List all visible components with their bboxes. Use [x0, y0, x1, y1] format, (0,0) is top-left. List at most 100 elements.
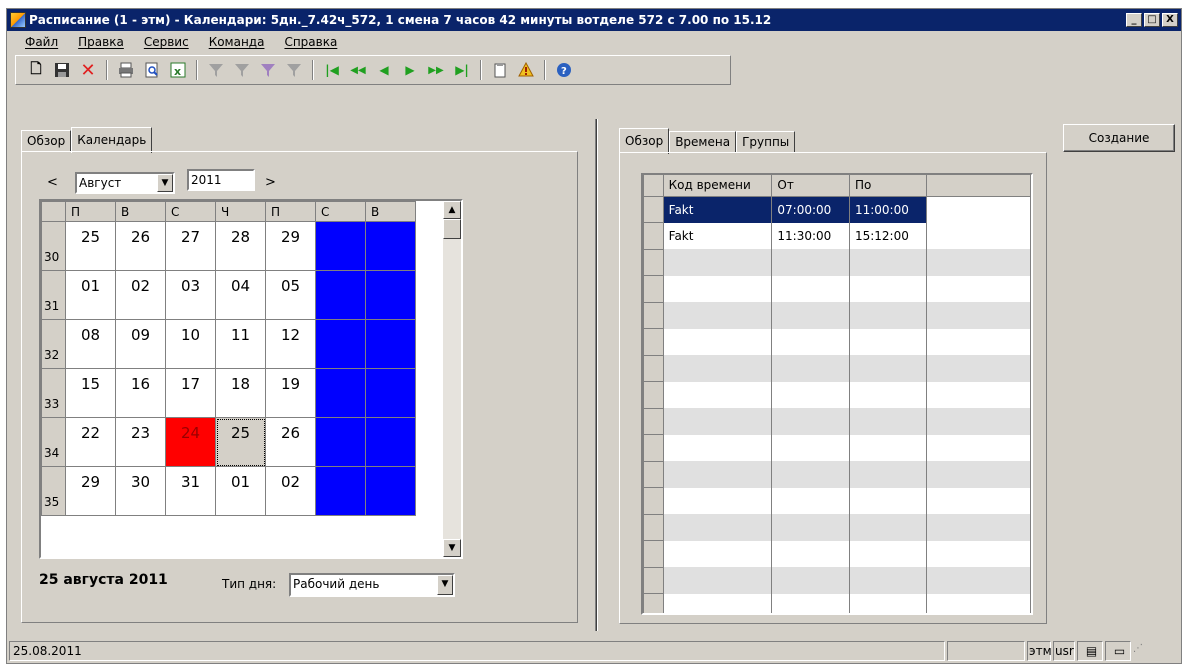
row-indicator[interactable]	[643, 381, 664, 409]
weekend-day-cell[interactable]: 21	[365, 368, 416, 418]
table-row[interactable]	[643, 354, 1031, 382]
day-cell[interactable]: 29	[65, 466, 116, 516]
cell-to[interactable]: 15:12:00	[848, 222, 928, 249]
chevron-down-icon[interactable]: ▼	[437, 575, 453, 595]
save-status-icon[interactable]: ▭	[1105, 641, 1131, 661]
table-row[interactable]: Fakt 11:30:00 15:12:00	[643, 222, 1031, 250]
filter-advanced-icon[interactable]	[258, 60, 278, 80]
day-cell[interactable]: 26	[265, 417, 316, 467]
table-row[interactable]	[643, 301, 1031, 329]
scroll-down-icon[interactable]: ▼	[443, 539, 461, 557]
row-indicator[interactable]	[643, 222, 664, 250]
weekend-day-cell[interactable]: 06	[315, 270, 366, 320]
cell-code[interactable]: Fakt	[662, 222, 773, 249]
column-header-from[interactable]: От	[771, 175, 850, 197]
day-cell[interactable]: 08	[65, 319, 116, 369]
day-cell[interactable]: 01	[65, 270, 116, 320]
row-indicator[interactable]	[643, 593, 664, 613]
filter-icon[interactable]	[206, 60, 226, 80]
print-preview-icon[interactable]	[142, 60, 162, 80]
selected-day-cell[interactable]: 25	[215, 417, 266, 467]
delete-icon[interactable]: ✕	[78, 60, 98, 81]
print-icon[interactable]	[116, 60, 136, 80]
day-cell[interactable]: 29	[265, 221, 316, 271]
first-record-icon[interactable]: |◀	[322, 60, 342, 80]
next-month-button[interactable]: >	[265, 175, 276, 190]
previous-page-icon[interactable]: ◀◀	[348, 60, 368, 80]
row-indicator[interactable]	[643, 566, 664, 594]
day-cell[interactable]: 28	[215, 221, 266, 271]
scroll-up-icon[interactable]: ▲	[443, 201, 461, 219]
table-row[interactable]	[643, 407, 1031, 435]
scroll-thumb[interactable]	[443, 219, 461, 239]
row-indicator[interactable]	[643, 407, 664, 435]
tab-overview-right[interactable]: Обзор	[619, 128, 670, 154]
menu-command[interactable]: Команда	[209, 35, 265, 49]
day-cell[interactable]: 26	[115, 221, 166, 271]
day-cell[interactable]: 02	[115, 270, 166, 320]
day-cell[interactable]: 27	[165, 221, 216, 271]
cell-code[interactable]: Fakt	[662, 196, 773, 223]
day-cell[interactable]: 19	[265, 368, 316, 418]
weekend-day-cell[interactable]: 14	[365, 319, 416, 369]
help-icon[interactable]: ?	[554, 60, 574, 80]
splitter[interactable]	[595, 119, 598, 631]
menu-file[interactable]: Файл	[25, 35, 58, 49]
weekend-day-cell[interactable]: 28	[365, 417, 416, 467]
table-row[interactable]	[643, 248, 1031, 276]
next-page-icon[interactable]: ▶▶	[426, 60, 446, 80]
weekend-day-cell[interactable]: 07	[365, 270, 416, 320]
cell-from[interactable]: 11:30:00	[771, 222, 850, 249]
day-cell[interactable]: 03	[165, 270, 216, 320]
close-button[interactable]: X	[1162, 13, 1178, 27]
tab-times[interactable]: Времена	[669, 131, 737, 153]
table-row[interactable]	[643, 593, 1031, 613]
cell-from[interactable]: 07:00:00	[771, 196, 850, 223]
next-record-icon[interactable]: ▶	[400, 60, 420, 80]
day-cell[interactable]: 11	[215, 319, 266, 369]
day-cell[interactable]: 18	[215, 368, 266, 418]
table-row[interactable]	[643, 275, 1031, 303]
weekend-day-cell[interactable]: 20	[315, 368, 366, 418]
day-cell[interactable]: 25	[65, 221, 116, 271]
chevron-down-icon[interactable]: ▼	[157, 174, 173, 192]
day-cell[interactable]: 23	[115, 417, 166, 467]
weekend-day-cell[interactable]: 31	[365, 221, 416, 271]
weekend-day-cell[interactable]: 30	[315, 221, 366, 271]
table-row[interactable]	[643, 460, 1031, 488]
database-icon[interactable]: ▤	[1077, 641, 1103, 661]
maximize-button[interactable]: □	[1144, 13, 1160, 27]
alert-icon[interactable]	[516, 60, 536, 80]
row-indicator[interactable]	[643, 328, 664, 356]
remove-filter-icon[interactable]	[284, 60, 304, 80]
row-indicator[interactable]	[643, 195, 664, 223]
row-indicator[interactable]	[643, 540, 664, 568]
day-cell[interactable]: 05	[265, 270, 316, 320]
calendar-scrollbar[interactable]: ▲ ▼	[443, 201, 461, 557]
row-indicator[interactable]	[643, 460, 664, 488]
table-row[interactable]	[643, 540, 1031, 568]
day-cell[interactable]: 16	[115, 368, 166, 418]
day-cell[interactable]: 22	[65, 417, 116, 467]
day-cell[interactable]: 30	[115, 466, 166, 516]
title-bar[interactable]: Расписание (1 - этм) - Календари: 5дн._7…	[7, 9, 1181, 31]
weekend-day-cell[interactable]: 04	[365, 466, 416, 516]
menu-help[interactable]: Справка	[284, 35, 337, 49]
tab-groups[interactable]: Группы	[736, 131, 796, 153]
column-header-to[interactable]: По	[848, 175, 928, 197]
row-indicator[interactable]	[643, 275, 664, 303]
create-button[interactable]: Создание	[1063, 124, 1175, 152]
year-input[interactable]: 2011	[187, 169, 255, 191]
filter-selection-icon[interactable]	[232, 60, 252, 80]
day-type-select[interactable]: Рабочий день ▼	[289, 573, 455, 597]
prev-month-button[interactable]: <	[47, 175, 58, 190]
table-row[interactable]	[643, 328, 1031, 356]
day-cell[interactable]: 10	[165, 319, 216, 369]
day-cell[interactable]: 31	[165, 466, 216, 516]
row-indicator[interactable]	[643, 301, 664, 329]
previous-record-icon[interactable]: ◀	[374, 60, 394, 80]
column-header-code[interactable]: Код времени	[662, 175, 773, 197]
table-row[interactable]	[643, 434, 1031, 462]
table-row[interactable]	[643, 381, 1031, 409]
table-row[interactable]	[643, 513, 1031, 541]
